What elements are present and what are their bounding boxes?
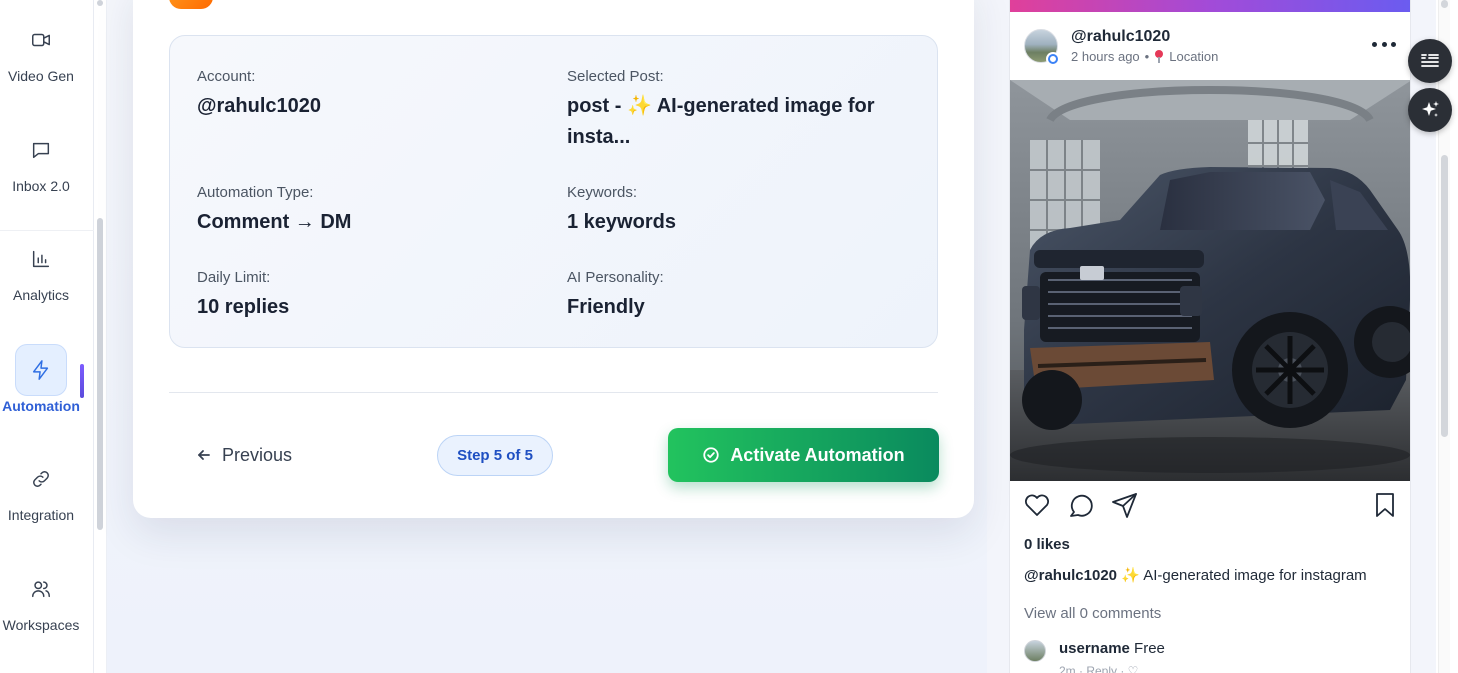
field-value: Comment → DM [197, 211, 352, 233]
sidebar-item-video-gen[interactable]: Video Gen [0, 14, 82, 84]
sidebar-item-integration[interactable]: Integration [0, 453, 82, 523]
scrollbar-thumb[interactable] [97, 218, 103, 530]
share-icon[interactable] [1110, 490, 1140, 520]
bar-chart-icon [15, 233, 67, 285]
preview-gradient-bar [1010, 0, 1410, 12]
field-label: Keywords: [567, 184, 638, 201]
video-icon [15, 14, 67, 66]
post-caption: @rahulc1020 ✨ AI-generated image for ins… [1024, 566, 1367, 584]
field-label: Account: [197, 68, 256, 85]
ai-personality-field: AI Personality: Friendly [567, 269, 907, 323]
link-icon [15, 453, 67, 505]
likes-count: 0 likes [1024, 536, 1070, 553]
keywords-field: Keywords: 1 keywords [567, 184, 907, 238]
field-value: post - ✨ AI-generated image for insta... [567, 95, 875, 148]
divider [169, 392, 938, 393]
activate-label: Activate Automation [730, 444, 905, 465]
activate-automation-button[interactable]: Activate Automation [668, 428, 939, 482]
arrow-left-icon [198, 450, 210, 460]
sidebar-divider [0, 230, 94, 231]
comment-username[interactable]: username [1059, 640, 1130, 657]
post-username[interactable]: @rahulc1020 [1071, 28, 1170, 46]
field-label: AI Personality: [567, 269, 664, 286]
sidebar-item-label: Workspaces [2, 617, 80, 633]
field-label: Automation Type: [197, 184, 314, 201]
message-square-icon [15, 124, 67, 176]
sidebar-item-automation[interactable]: Automation [0, 344, 82, 414]
caption-username[interactable]: @rahulc1020 [1024, 567, 1117, 584]
view-comments-link[interactable]: View all 0 comments [1024, 605, 1161, 622]
post-meta: 2 hours ago • Location [1071, 49, 1218, 64]
comment-icon[interactable] [1066, 490, 1096, 520]
field-label: Selected Post: [567, 68, 664, 85]
sidebar-item-inbox[interactable]: Inbox 2.0 [0, 124, 82, 194]
field-value: Friendly [567, 296, 645, 318]
check-circle-icon [703, 447, 719, 463]
field-value: 1 keywords [567, 211, 676, 233]
notes-fab[interactable] [1408, 39, 1452, 83]
step-icon-chip [169, 0, 213, 9]
sidebar-item-label: Video Gen [8, 68, 74, 84]
field-value: 10 replies [197, 296, 290, 318]
post-actions [1010, 490, 1410, 524]
sidebar-item-analytics[interactable]: Analytics [0, 233, 82, 303]
sparkle-icon [1422, 101, 1439, 117]
step-indicator: Step 5 of 5 [437, 435, 553, 476]
automation-type-field: Automation Type: Comment → DM [197, 184, 537, 238]
quote-list-icon [1421, 54, 1439, 67]
account-field: Account: @rahulc1020 [197, 68, 537, 122]
more-options-icon[interactable] [1372, 38, 1396, 50]
summary-panel: Account: @rahulc1020 Selected Post: post… [169, 35, 938, 348]
comment-avatar [1024, 640, 1046, 662]
sidebar-item-label: Analytics [12, 287, 70, 303]
active-indicator [80, 364, 84, 398]
daily-limit-field: Daily Limit: 10 replies [197, 269, 537, 323]
field-label: Daily Limit: [197, 269, 271, 286]
post-time: 2 hours ago [1071, 49, 1140, 64]
lightning-icon [15, 344, 67, 396]
users-icon [15, 563, 67, 615]
instagram-post-preview: @rahulc1020 2 hours ago • Location 0 lik… [1009, 0, 1411, 673]
heart-icon[interactable] [1022, 490, 1052, 520]
ai-sparkle-fab[interactable] [1408, 88, 1452, 132]
field-value: @rahulc1020 [197, 95, 322, 117]
story-ring-icon [1046, 52, 1060, 66]
post-image [1010, 80, 1410, 481]
sidebar-item-label: Inbox 2.0 [12, 178, 70, 194]
selected-post-field: Selected Post: post - ✨ AI-generated ima… [567, 68, 907, 153]
page-scrollbar-thumb-top[interactable] [1441, 0, 1448, 8]
comment-text: username Free [1059, 640, 1165, 657]
comment-meta: 2m · Reply · ♡ [1059, 664, 1139, 673]
location-pin-icon [1154, 49, 1164, 64]
comment-body: Free [1134, 640, 1165, 657]
previous-button[interactable]: Previous [196, 440, 292, 470]
sidebar-item-workspaces[interactable]: Workspaces [0, 563, 82, 633]
sidebar-scrollbar[interactable] [94, 0, 107, 673]
sidebar-item-label: Integration [7, 507, 75, 523]
caption-text: ✨ AI-generated image for instagram [1121, 567, 1367, 584]
post-location[interactable]: Location [1169, 49, 1218, 64]
scrollbar-thumb-top[interactable] [97, 0, 103, 6]
meta-separator: • [1144, 49, 1150, 64]
previous-label: Previous [222, 444, 293, 465]
sidebar: Video Gen Inbox 2.0 Analytics Automation… [0, 0, 94, 673]
sidebar-item-label: Automation [2, 398, 80, 414]
page-scrollbar-thumb[interactable] [1441, 155, 1448, 437]
bookmark-icon[interactable] [1370, 490, 1400, 520]
